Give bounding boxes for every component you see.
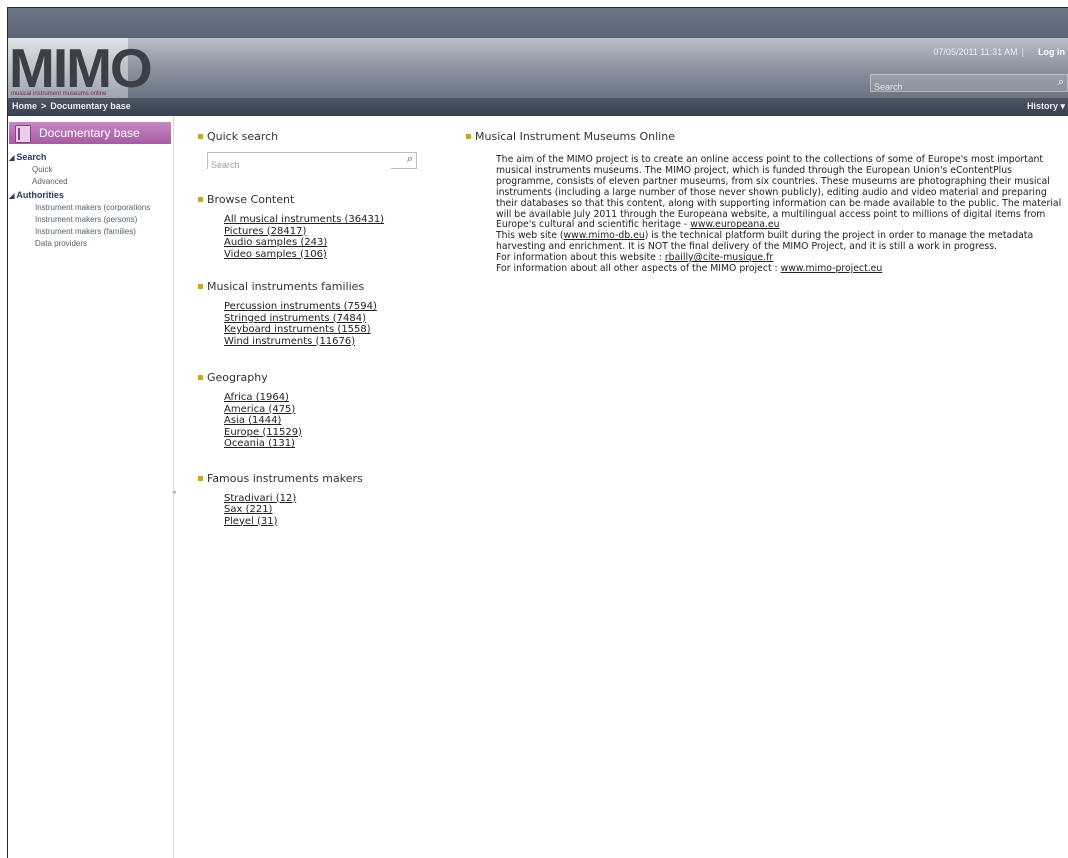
makers-title: Famous instruments makers xyxy=(207,471,363,485)
breadcrumb-separator: > xyxy=(41,101,47,111)
sidebar-title-label: Documentary base xyxy=(39,126,140,140)
search-icon[interactable]: ⌕ xyxy=(407,152,413,166)
book-icon xyxy=(15,125,31,143)
link-oceania[interactable]: Oceania (131) xyxy=(224,438,428,450)
header-separator: | xyxy=(1021,47,1024,57)
browse-content-heading: Browse Content xyxy=(198,193,428,206)
browse-column: Quick search ⌕ Browse Content All musica… xyxy=(198,116,428,527)
main-title: Musical Instrument Museums Online xyxy=(475,130,675,143)
bullet-icon xyxy=(198,197,203,202)
link-pictures[interactable]: Pictures (28417) xyxy=(224,226,428,238)
makers-heading: Famous instruments makers xyxy=(198,472,428,485)
header-search-box: ⌕ xyxy=(870,74,1068,94)
quick-search-box: ⌕ xyxy=(207,152,417,172)
link-asia[interactable]: Asia (1444) xyxy=(224,415,428,427)
collapse-triangle-icon: ◢ xyxy=(9,155,15,162)
sidebar-section-authorities-label: Authorities xyxy=(16,190,64,200)
sidebar-item-data-providers[interactable]: Data providers xyxy=(35,239,173,248)
link-percussion[interactable]: Percussion instruments (7594) xyxy=(224,301,428,313)
intro-text: The aim of the MIMO project is to create… xyxy=(496,154,1068,275)
geography-title: Geography xyxy=(207,371,268,384)
link-contact-email[interactable]: rbailly@cite-musique.fr xyxy=(665,252,773,263)
geography-heading: Geography xyxy=(198,371,428,384)
contact-website-label: For information about this website : xyxy=(496,252,665,264)
chevron-down-icon: ▾ xyxy=(1060,101,1065,111)
site-logo[interactable]: MIMO xyxy=(9,41,153,96)
datetime-display: 07/05/2011 11:31 AM | xyxy=(933,47,1028,57)
link-mimo-db[interactable]: www.mimo-db.eu xyxy=(564,230,645,241)
link-sax[interactable]: Sax (221) xyxy=(224,504,428,516)
link-mimo-project[interactable]: www.mimo-project.eu xyxy=(781,263,883,274)
top-band xyxy=(8,8,1068,38)
sidebar-item-makers-corporations[interactable]: Instrument makers (corporations xyxy=(35,203,173,212)
intro-paragraph: The aim of the MIMO project is to create… xyxy=(496,154,1068,231)
link-africa[interactable]: Africa (1964) xyxy=(224,392,428,404)
families-title: Musical instruments families xyxy=(207,280,365,293)
search-icon[interactable]: ⌕ xyxy=(1058,75,1064,89)
sidebar-section-search[interactable]: ◢ Search xyxy=(9,152,173,162)
navigation-bar: Home > Documentary base History ▾ xyxy=(8,98,1068,116)
header-search-input[interactable] xyxy=(871,80,1044,94)
link-keyboard[interactable]: Keyboard instruments (1558) xyxy=(224,324,428,336)
sidebar-item-quick[interactable]: Quick xyxy=(32,165,173,174)
login-link[interactable]: Log in xyxy=(1038,47,1065,57)
link-america[interactable]: America (475) xyxy=(224,404,428,416)
link-europeana[interactable]: www.europeana.eu xyxy=(690,219,779,230)
sidebar-item-makers-families[interactable]: Instrument makers (families) xyxy=(35,227,173,236)
makers-links: Stradivari (12) Sax (221) Pleyel (31) xyxy=(224,493,428,528)
history-menu[interactable]: History ▾ xyxy=(1027,101,1065,112)
breadcrumb-current[interactable]: Documentary base xyxy=(50,101,131,111)
contact-project-line: For information about all other aspects … xyxy=(496,263,1068,275)
sidebar-section-authorities[interactable]: ◢ Authorities xyxy=(9,190,173,200)
website-paragraph: This web site (www.mimo-db.eu) is the te… xyxy=(496,230,1068,253)
quick-search-input[interactable] xyxy=(208,158,391,172)
breadcrumb: Home > Documentary base xyxy=(12,101,131,111)
breadcrumb-home[interactable]: Home xyxy=(12,101,37,111)
sidebar-item-advanced[interactable]: Advanced xyxy=(32,177,173,186)
browser-viewport: MIMO musical instrument museums online 0… xyxy=(7,7,1068,858)
splitter-handle[interactable]: ◂ xyxy=(172,488,176,496)
families-links: Percussion instruments (7594) Stringed i… xyxy=(224,301,428,347)
geography-links: Africa (1964) America (475) Asia (1444) … xyxy=(224,392,428,450)
bullet-icon xyxy=(198,134,203,139)
main-content: Musical Instrument Museums Online The ai… xyxy=(466,116,1066,275)
collapse-triangle-icon: ◢ xyxy=(9,193,15,200)
history-label: History xyxy=(1026,101,1058,111)
link-europe[interactable]: Europe (11529) xyxy=(224,427,428,439)
site-header: MIMO musical instrument museums online 0… xyxy=(8,38,1068,98)
sidebar-title[interactable]: Documentary base xyxy=(9,122,171,144)
quick-search-title: Quick search xyxy=(207,130,279,143)
website-paragraph-pre: This web site ( xyxy=(496,230,564,242)
link-stradivari[interactable]: Stradivari (12) xyxy=(224,493,428,505)
contact-project-label: For information about all other aspects … xyxy=(496,263,781,275)
link-video-samples[interactable]: Video samples (106) xyxy=(224,249,428,261)
sidebar-section-search-label: Search xyxy=(16,152,47,162)
logo-subtitle: musical instrument museums online xyxy=(11,91,107,97)
bullet-icon xyxy=(198,284,203,289)
datetime-text: 07/05/2011 11:31 AM xyxy=(933,47,1018,57)
quick-search-heading: Quick search xyxy=(198,130,428,143)
link-wind[interactable]: Wind instruments (11676) xyxy=(224,336,428,348)
link-audio-samples[interactable]: Audio samples (243) xyxy=(224,237,428,249)
link-all-instruments[interactable]: All musical instruments (36431) xyxy=(224,214,428,226)
bullet-icon xyxy=(198,475,203,481)
browse-links: All musical instruments (36431) Pictures… xyxy=(224,214,428,260)
browse-content-title: Browse Content xyxy=(207,193,295,206)
families-heading: Musical instruments families xyxy=(198,280,428,293)
link-stringed[interactable]: Stringed instruments (7484) xyxy=(224,313,428,325)
bullet-icon xyxy=(466,134,471,139)
main-heading: Musical Instrument Museums Online xyxy=(466,130,1066,143)
sidebar: Documentary base ◢ Search Quick Advanced … xyxy=(8,116,174,858)
sidebar-item-makers-persons[interactable]: Instrument makers (persons) xyxy=(35,215,173,224)
bullet-icon xyxy=(198,375,203,380)
link-pleyel[interactable]: Pleyel (31) xyxy=(224,516,428,528)
